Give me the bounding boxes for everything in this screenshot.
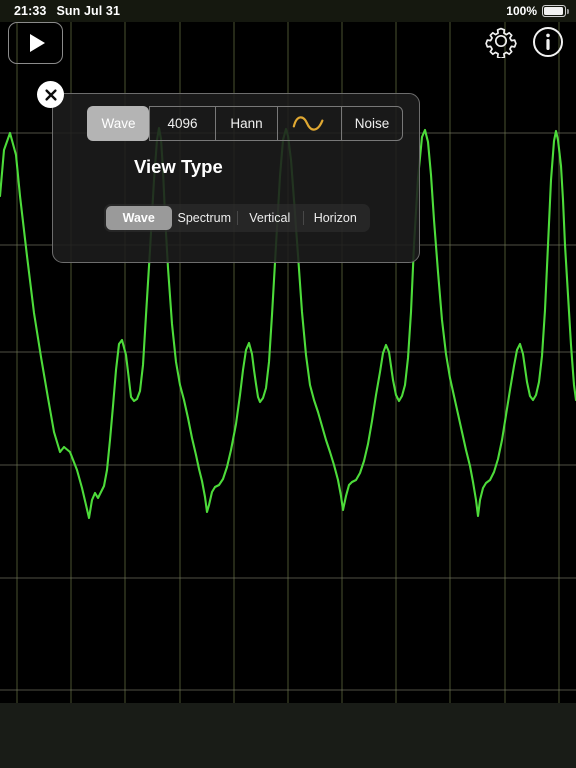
param-segment-label: 4096 bbox=[167, 116, 198, 131]
battery-percent-label: 100% bbox=[506, 4, 537, 18]
param-segment-sine-wave-icon[interactable] bbox=[277, 106, 341, 141]
settings-button[interactable] bbox=[484, 24, 518, 60]
close-x-icon bbox=[44, 88, 57, 101]
settings-panel: Wave 4096 Hann Noise View Type Wave Spectrum… bbox=[52, 93, 420, 263]
info-button[interactable] bbox=[532, 26, 564, 58]
status-bar-left: 21:33 Sun Jul 31 bbox=[0, 4, 120, 18]
bottom-bar bbox=[0, 703, 576, 768]
status-bar-right: 100% bbox=[506, 4, 576, 18]
battery-full-icon bbox=[542, 5, 569, 17]
status-bar: 21:33 Sun Jul 31 100% bbox=[0, 0, 576, 22]
view-type-label: Horizon bbox=[313, 211, 357, 225]
view-type-label: Wave bbox=[122, 211, 155, 225]
param-segment-wave[interactable]: Wave bbox=[87, 106, 149, 141]
status-date: Sun Jul 31 bbox=[56, 4, 121, 18]
view-type-segmented-control: Wave Spectrum Vertical Horizon bbox=[104, 204, 370, 232]
view-type-wave[interactable]: Wave bbox=[106, 206, 172, 230]
sine-wave-icon bbox=[291, 114, 329, 133]
view-type-title: View Type bbox=[134, 156, 223, 177]
view-type-vertical[interactable]: Vertical bbox=[237, 206, 303, 230]
view-type-label: Vertical bbox=[249, 211, 291, 225]
close-button[interactable] bbox=[37, 81, 64, 108]
param-segment-hann[interactable]: Hann bbox=[215, 106, 277, 141]
param-segment-label: Wave bbox=[101, 116, 136, 131]
param-segment-label: Hann bbox=[230, 116, 263, 131]
status-time: 21:33 bbox=[14, 4, 47, 18]
param-segment-4096[interactable]: 4096 bbox=[149, 106, 215, 141]
play-icon bbox=[30, 34, 45, 52]
view-type-label: Spectrum bbox=[177, 211, 232, 225]
param-segment-noise[interactable]: Noise bbox=[341, 106, 403, 141]
oscilloscope-app: 21:33 Sun Jul 31 100% Wave 4096 Hann Noi… bbox=[0, 0, 576, 768]
param-segment-label: Noise bbox=[354, 116, 390, 131]
view-type-horizon[interactable]: Horizon bbox=[302, 206, 369, 230]
gear-icon bbox=[485, 27, 517, 60]
parameter-segmented-control: Wave 4096 Hann Noise bbox=[87, 106, 403, 141]
view-type-spectrum[interactable]: Spectrum bbox=[172, 206, 238, 230]
info-circle-icon bbox=[533, 27, 563, 57]
play-button[interactable] bbox=[8, 22, 63, 64]
